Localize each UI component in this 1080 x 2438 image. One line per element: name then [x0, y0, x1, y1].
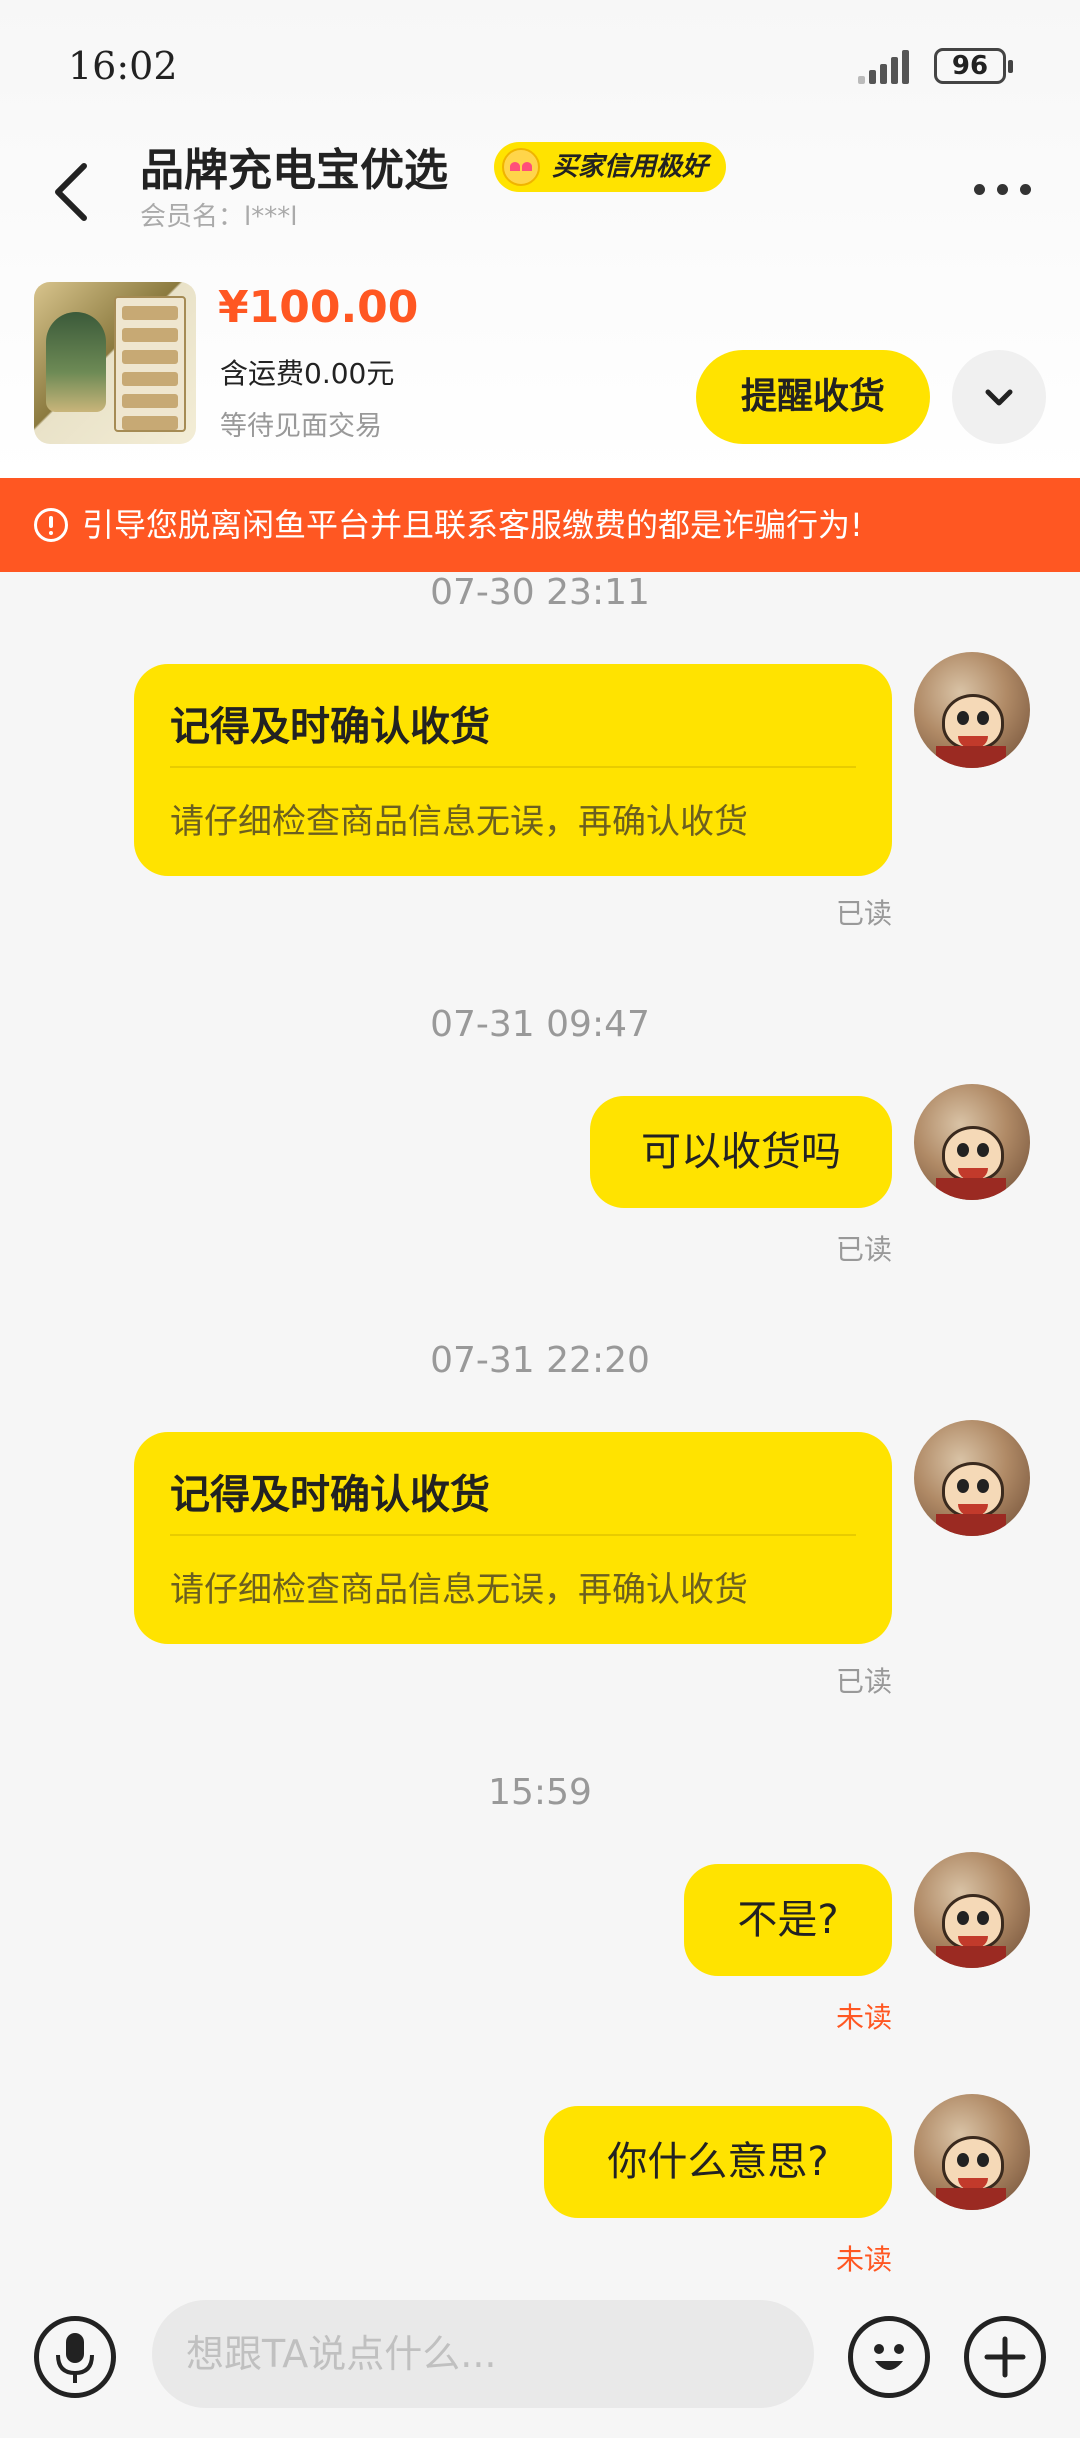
read-status: 已读 [835, 1665, 892, 1698]
emoji-icon[interactable] [848, 2316, 930, 2398]
read-status: 已读 [835, 1233, 892, 1266]
input-bar [0, 2296, 1080, 2438]
avatar[interactable] [914, 2094, 1030, 2210]
status-time: 16:02 [68, 44, 178, 88]
message-input[interactable] [152, 2300, 814, 2408]
battery-icon: 96 [934, 48, 1013, 84]
more-dots-icon[interactable] [968, 170, 1038, 210]
microphone-icon[interactable] [34, 2316, 116, 2398]
confirm-receipt-card[interactable]: 记得及时确认收货 请仔细检查商品信息无误，再确认收货 [134, 1432, 892, 1644]
credit-badge-label: 买家信用极好 [552, 152, 709, 182]
heart-eyes-icon [502, 148, 540, 186]
remind-receipt-button[interactable]: 提醒收货 [696, 350, 930, 444]
alert-icon [34, 508, 68, 542]
message-timestamp: 07-30 23:11 [430, 572, 650, 613]
message-bubble[interactable]: 可以收货吗 [590, 1096, 892, 1208]
shop-title[interactable]: 品牌充电宝优选 [140, 134, 448, 198]
warning-text: 引导您脱离闲鱼平台并且联系客服缴费的都是诈骗行为! [82, 506, 863, 544]
status-bar: 16:02 96 [0, 0, 1080, 130]
unread-status: 未读 [835, 2001, 892, 2034]
confirm-receipt-card[interactable]: 记得及时确认收货 请仔细检查商品信息无误，再确认收货 [134, 664, 892, 876]
message-timestamp: 07-31 22:20 [430, 1340, 650, 1381]
chat-header: 品牌充电宝优选 买家信用极好 会员名：l***l [0, 130, 1080, 270]
member-name: 会员名：l***l [140, 202, 298, 232]
message-timestamp: 15:59 [488, 1772, 592, 1813]
credit-badge[interactable]: 买家信用极好 [494, 142, 727, 192]
fraud-warning-banner: 引导您脱离闲鱼平台并且联系客服缴费的都是诈骗行为! [0, 478, 1080, 572]
plus-icon[interactable] [964, 2316, 1046, 2398]
avatar[interactable] [914, 1084, 1030, 1200]
signal-icon [858, 48, 924, 84]
shipping-fee: 含运费0.00元 [220, 357, 395, 390]
unread-status: 未读 [835, 2243, 892, 2276]
order-status: 等待见面交易 [220, 411, 382, 442]
card-title: 记得及时确认收货 [170, 1472, 490, 1518]
avatar[interactable] [914, 1420, 1030, 1536]
message-bubble[interactable]: 不是? [684, 1864, 892, 1976]
avatar[interactable] [914, 1852, 1030, 1968]
card-body: 请仔细检查商品信息无误，再确认收货 [170, 1570, 748, 1610]
product-price: ¥100.00 [218, 282, 419, 333]
message-timestamp: 07-31 09:47 [430, 1004, 650, 1045]
avatar[interactable] [914, 652, 1030, 768]
back-arrow-icon[interactable] [44, 150, 104, 230]
card-title: 记得及时确认收货 [170, 704, 490, 750]
message-bubble[interactable]: 你什么意思? [544, 2106, 892, 2218]
read-status: 已读 [835, 897, 892, 930]
product-card[interactable]: ¥100.00 含运费0.00元 等待见面交易 提醒收货 [0, 270, 1080, 478]
chevron-down-icon[interactable] [952, 350, 1046, 444]
product-thumbnail[interactable] [34, 282, 196, 444]
card-body: 请仔细检查商品信息无误，再确认收货 [170, 802, 748, 842]
